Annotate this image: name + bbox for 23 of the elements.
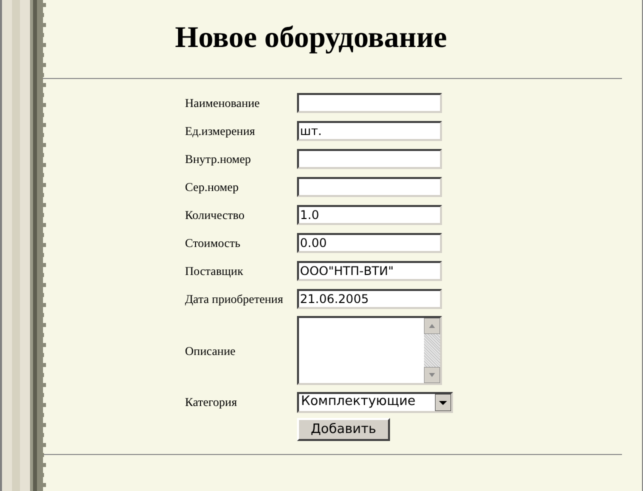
field-label: Стоимость [185, 235, 242, 252]
category-select[interactable]: Комплектующие [297, 392, 453, 412]
text-field[interactable]: 21.06.2005 [297, 289, 442, 309]
field-label: Наименование [185, 95, 261, 112]
field-label: Категория [185, 394, 238, 411]
field-label: Количество [185, 207, 246, 224]
text-field[interactable]: 1.0 [297, 205, 442, 225]
field-label: Ед.измерения [185, 123, 256, 140]
text-field[interactable] [297, 177, 442, 197]
add-button[interactable]: Добавить [297, 418, 390, 441]
field-label: Дата приобретения [185, 291, 284, 308]
description-textarea[interactable] [297, 316, 442, 385]
field-label: Описание [185, 342, 236, 360]
page-title: Новое оборудование [175, 20, 447, 56]
text-field[interactable] [297, 93, 442, 113]
field-label: Сер.номер [185, 179, 240, 196]
field-label: Поставщик [185, 263, 244, 280]
text-field[interactable]: шт. [297, 121, 442, 141]
text-field[interactable]: 0.00 [297, 233, 442, 253]
dropdown-caret-icon[interactable] [435, 394, 451, 410]
field-label: Внутр.номер [185, 151, 252, 168]
text-field[interactable]: ООО"НТП-ВТИ" [297, 261, 442, 281]
text-field[interactable] [297, 149, 442, 169]
